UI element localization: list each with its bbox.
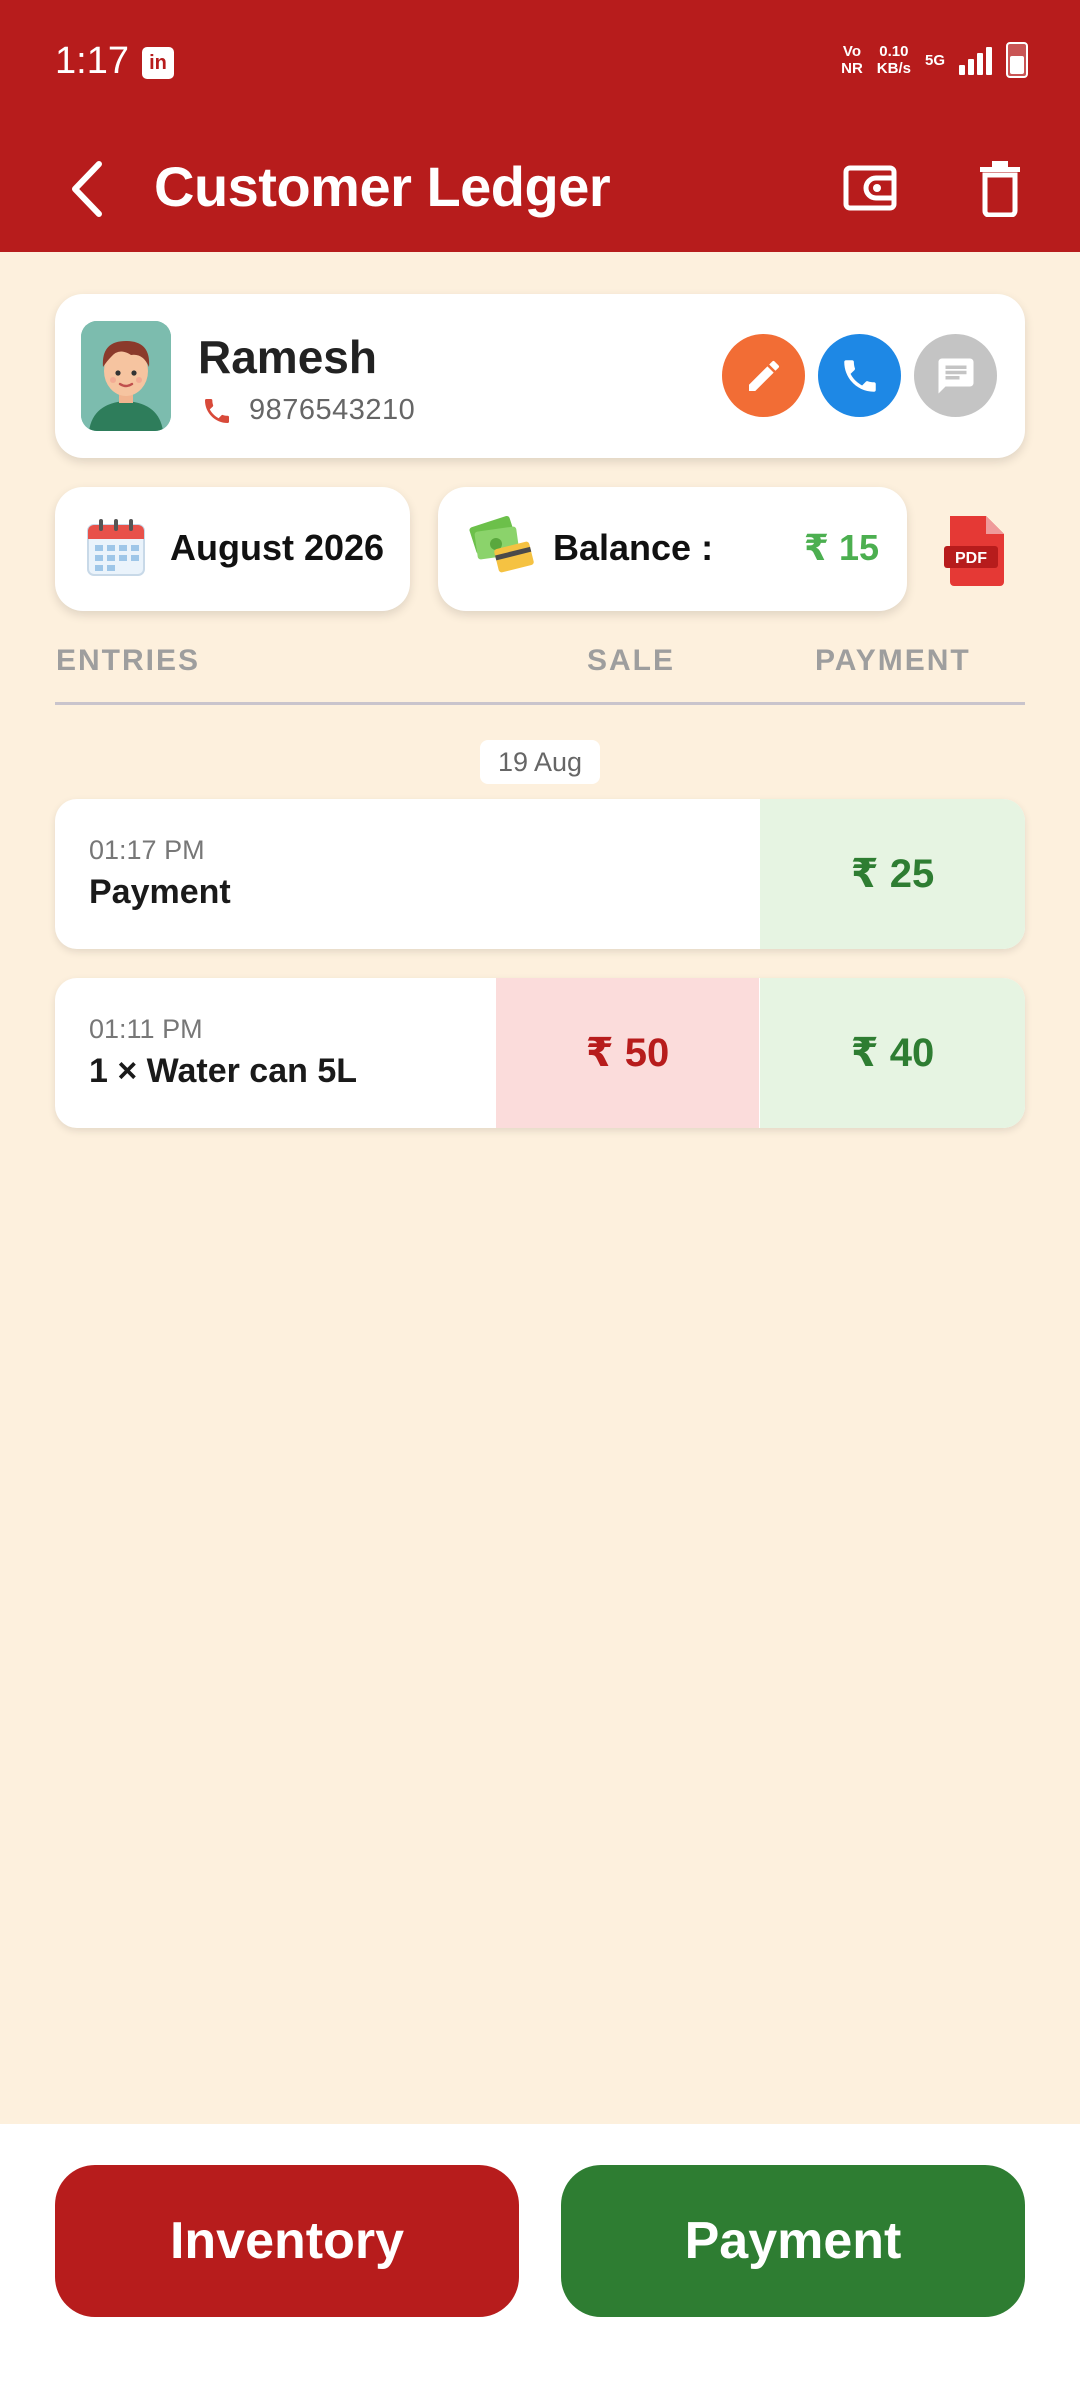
entry-time: 01:11 PM [89, 1014, 203, 1044]
status-time: 1:17 [55, 40, 129, 82]
balance-label: Balance : [553, 527, 714, 568]
column-payment: PAYMENT [815, 644, 971, 677]
trash-icon [980, 161, 1020, 217]
network-speed: 0.10 KB/s [876, 43, 911, 77]
inventory-button[interactable]: Inventory [55, 2165, 519, 2317]
call-customer-button[interactable] [818, 334, 901, 417]
money-icon [469, 515, 534, 573]
signal-icon [959, 45, 992, 75]
message-customer-button[interactable] [914, 334, 997, 417]
back-arrow-icon [72, 161, 102, 217]
customer-name: Ramesh [198, 331, 377, 383]
date-group-chip: 19 Aug [480, 740, 600, 784]
pencil-icon [748, 360, 779, 391]
entry-description: 1 × Water can 5L [89, 1052, 358, 1090]
back-button[interactable] [52, 150, 122, 228]
entry-description: Payment [89, 873, 231, 911]
phone-icon [843, 359, 876, 392]
customer-card: Ramesh 9876543210 [55, 294, 1025, 458]
battery-icon [1006, 42, 1028, 78]
wallet-icon [843, 165, 897, 211]
status-indicators: Vo NR 0.10 KB/s 5G [841, 42, 1028, 78]
network-type: 5G [924, 51, 945, 69]
entry-payment-amount: ₹ 25 [760, 799, 1025, 949]
linkedin-icon: in [142, 47, 174, 79]
entry-payment-amount: ₹ 40 [760, 978, 1025, 1128]
column-entries: ENTRIES [56, 644, 201, 677]
selected-month: August 2026 [170, 527, 385, 568]
ledger-entry[interactable]: 01:17 PM Payment ₹ 25 [55, 799, 1025, 949]
pdf-export-button[interactable]: PDF [942, 512, 1012, 588]
customer-phone: 9876543210 [249, 394, 416, 426]
calendar-icon [87, 519, 145, 576]
pdf-label: PDF [955, 550, 987, 567]
app-bar: Customer Ledger [0, 126, 1080, 252]
delete-button[interactable] [966, 148, 1034, 228]
message-icon [938, 358, 973, 393]
wallet-button[interactable] [836, 148, 904, 228]
edit-customer-button[interactable] [722, 334, 805, 417]
volte-indicator: Vo NR [841, 43, 863, 77]
customer-phone-row: 9876543210 [201, 394, 415, 427]
balance-card: Balance : ₹ 15 [438, 487, 907, 611]
ledger-entry[interactable]: 01:11 PM 1 × Water can 5L ₹ 50 ₹ 40 [55, 978, 1025, 1128]
avatar [81, 321, 171, 431]
phone-icon [205, 398, 229, 423]
balance-value: ₹ 15 [803, 527, 879, 568]
customer-avatar-illustration [81, 321, 171, 431]
header-divider [55, 702, 1025, 705]
month-selector[interactable]: August 2026 [55, 487, 410, 611]
column-sale: SALE [587, 644, 676, 677]
payment-button[interactable]: Payment [561, 2165, 1025, 2317]
pdf-icon: PDF [944, 516, 1004, 586]
page-title: Customer Ledger [154, 155, 611, 218]
status-bar: 1:17 in Vo NR 0.10 KB/s 5G [0, 0, 1080, 126]
entry-time: 01:17 PM [89, 835, 205, 865]
entry-sale-amount: ₹ 50 [496, 978, 759, 1128]
